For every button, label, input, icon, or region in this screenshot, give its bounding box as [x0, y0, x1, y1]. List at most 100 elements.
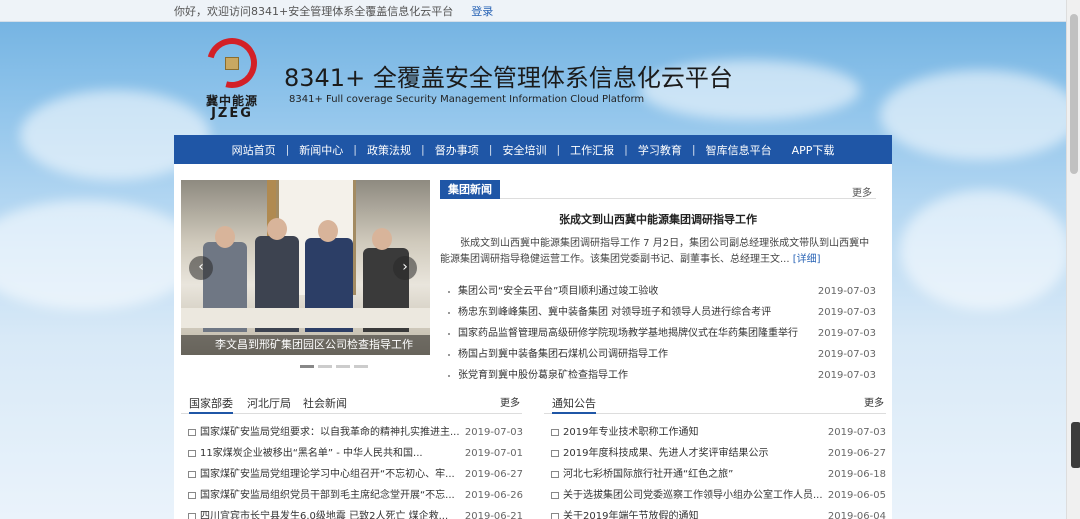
list-item-date: 2019-07-03	[817, 286, 876, 297]
list-item[interactable]: 杨国占到冀中装备集团石煤机公司调研指导工作 2019-07-03	[444, 344, 876, 365]
list-item-title[interactable]: 杨忠东到峰峰集团、冀中装备集团 对领导班子和领导人员进行综合考评	[458, 302, 798, 323]
list-item[interactable]: 集团公司“安全云平台”项目顺利通过竣工验收 2019-07-03	[444, 281, 876, 302]
tab-social[interactable]: 社会新闻	[303, 395, 347, 412]
list-item[interactable]: 张党育到冀中股份葛泉矿检查指导工作 2019-07-03	[444, 365, 876, 386]
photo-head	[372, 228, 392, 250]
logo-en-text: JZEG	[211, 106, 253, 121]
nav-item-home[interactable]: 网站首页	[222, 142, 286, 158]
tab-hebei[interactable]: 河北厅局	[247, 395, 291, 412]
side-tab[interactable]	[1071, 422, 1080, 468]
scrollbar-thumb[interactable]	[1070, 14, 1078, 174]
nav-item-policy[interactable]: 政策法规	[357, 142, 421, 158]
news-carousel[interactable]: ‹ › 李文昌到邢矿集团园区公司检查指导工作	[181, 180, 430, 355]
list-item-date: 2019-07-03	[464, 427, 523, 438]
nav-item-training[interactable]: 安全培训	[492, 142, 556, 158]
list-item[interactable]: 国家煤矿安监局组织党员干部到毛主席纪念堂开展“不忘... 2019-06-26	[186, 485, 523, 506]
list-item-title[interactable]: 四川宜宾市长宁县发生6.0级地震 已致2人死亡 煤企救...	[200, 506, 462, 519]
list-item-title[interactable]: 杨国占到冀中装备集团石煤机公司调研指导工作	[458, 344, 798, 365]
carousel-dot[interactable]	[300, 365, 314, 368]
carousel-prev-button[interactable]: ‹	[189, 256, 213, 280]
carousel-next-button[interactable]: ›	[393, 256, 417, 280]
nav-separator: |	[285, 143, 290, 156]
nav-separator: |	[691, 143, 696, 156]
left-more-link[interactable]: 更多	[500, 395, 520, 412]
group-news-header: 集团新闻 更多	[440, 180, 876, 199]
group-news-tab[interactable]: 集团新闻	[440, 180, 500, 199]
photo-head	[318, 220, 338, 242]
list-item[interactable]: 国家煤矿安监局党组理论学习中心组召开“不忘初心、牢... 2019-06-27	[186, 464, 523, 485]
list-item[interactable]: 关于2019年端午节放假的通知 2019-06-04	[549, 506, 886, 519]
nav-item-report[interactable]: 工作汇报	[560, 142, 624, 158]
site-title: 8341+ 全覆盖安全管理体系信息化云平台	[284, 64, 733, 92]
list-item-title[interactable]: 国家煤矿安监局党组要求：以自我革命的精神扎实推进主...	[200, 422, 462, 443]
list-item-title[interactable]: 2019年度科技成果、先进人才奖评审结果公示	[563, 443, 825, 464]
carousel-dot[interactable]	[336, 365, 350, 368]
tab-notice[interactable]: 通知公告	[552, 395, 596, 414]
login-link[interactable]: 登录	[471, 3, 493, 19]
headline-link[interactable]: 张成文到山西冀中能源集团调研指导工作	[440, 211, 876, 227]
list-item-title[interactable]: 集团公司“安全云平台”项目顺利通过竣工验收	[458, 281, 798, 302]
list-item[interactable]: 四川宜宾市长宁县发生6.0级地震 已致2人死亡 煤企救... 2019-06-21	[186, 506, 523, 519]
top-bar: 你好，欢迎访问8341+安全管理体系全覆盖信息化云平台 登录	[0, 0, 1066, 22]
list-item-date: 2019-07-03	[827, 427, 886, 438]
list-item[interactable]: 国家煤矿安监局党组要求：以自我革命的精神扎实推进主... 2019-07-03	[186, 422, 523, 443]
list-item-title[interactable]: 国家药品监督管理局高级研修学院现场教学基地揭牌仪式在华药集团隆重举行	[458, 323, 798, 344]
list-item-date: 2019-06-26	[464, 490, 523, 501]
carousel-caption[interactable]: 李文昌到邢矿集团园区公司检查指导工作	[181, 335, 430, 355]
notice-list: 2019年专业技术职称工作通知 2019-07-03 2019年度科技成果、先进人…	[549, 422, 886, 519]
photo-head	[215, 226, 235, 248]
list-item-date: 2019-06-21	[464, 511, 523, 519]
list-item-title[interactable]: 11家煤炭企业被移出“黑名单” - 中华人民共和国...	[200, 443, 462, 464]
article-icon	[188, 513, 196, 519]
left-news-tabs: 国家部委 河北厅局 社会新闻 更多	[181, 395, 522, 414]
list-item-title[interactable]: 2019年专业技术职称工作通知	[563, 422, 825, 443]
cloud-decoration	[900, 190, 1070, 310]
article-icon	[188, 450, 196, 457]
article-icon	[551, 471, 559, 478]
list-item[interactable]: 2019年专业技术职称工作通知 2019-07-03	[549, 422, 886, 443]
nav-separator: |	[488, 143, 493, 156]
tab-national[interactable]: 国家部委	[189, 395, 233, 414]
notice-tabs: 通知公告 更多	[544, 395, 886, 414]
list-item-title[interactable]: 张党育到冀中股份葛泉矿检查指导工作	[458, 365, 798, 386]
list-item[interactable]: 2019年度科技成果、先进人才奖评审结果公示 2019-06-27	[549, 443, 886, 464]
list-item-date: 2019-07-03	[817, 349, 876, 360]
list-item-date: 2019-07-03	[817, 328, 876, 339]
group-news-list: 集团公司“安全云平台”项目顺利通过竣工验收 2019-07-03 杨忠东到峰峰集团…	[444, 281, 876, 386]
photo-table	[181, 308, 430, 328]
article-icon	[551, 450, 559, 457]
list-item[interactable]: 11家煤炭企业被移出“黑名单” - 中华人民共和国... 2019-07-01	[186, 443, 523, 464]
list-item-title[interactable]: 关于选拔集团公司党委巡察工作领导小组办公室工作人员...	[563, 485, 825, 506]
nav-separator: |	[556, 143, 561, 156]
nav-item-think-tank[interactable]: 智库信息平台	[696, 142, 782, 158]
carousel-dot[interactable]	[354, 365, 368, 368]
notice-more-link[interactable]: 更多	[864, 395, 884, 412]
list-item[interactable]: 杨忠东到峰峰集团、冀中装备集团 对领导班子和领导人员进行综合考评 2019-07-…	[444, 302, 876, 323]
group-news-more-link[interactable]: 更多	[852, 184, 872, 199]
detail-link[interactable]: [详细]	[793, 254, 821, 265]
welcome-text: 你好，欢迎访问8341+安全管理体系全覆盖信息化云平台	[174, 4, 454, 18]
list-item-date: 2019-07-03	[817, 307, 876, 318]
logo-square-icon	[225, 57, 239, 70]
list-item-title[interactable]: 国家煤矿安监局组织党员干部到毛主席纪念堂开展“不忘...	[200, 485, 462, 506]
cloud-decoration	[0, 200, 200, 310]
article-icon	[551, 513, 559, 519]
nav-separator: |	[624, 143, 628, 156]
list-item-date: 2019-07-03	[817, 370, 876, 381]
list-item-title[interactable]: 河北七彩桥国际旅行社开通“红色之旅”	[563, 464, 825, 485]
list-item-title[interactable]: 国家煤矿安监局党组理论学习中心组召开“不忘初心、牢...	[200, 464, 462, 485]
article-icon	[188, 471, 196, 478]
list-item-title[interactable]: 关于2019年端午节放假的通知	[563, 506, 825, 519]
nav-item-supervision[interactable]: 督办事项	[425, 142, 489, 158]
nav-separator: |	[421, 143, 425, 156]
nav-item-news[interactable]: 新闻中心	[289, 142, 353, 158]
page-scrollbar[interactable]	[1066, 0, 1080, 519]
nav-item-education[interactable]: 学习教育	[628, 142, 692, 158]
nav-item-app[interactable]: APP下载	[782, 142, 845, 158]
list-item[interactable]: 国家药品监督管理局高级研修学院现场教学基地揭牌仪式在华药集团隆重举行 2019-0…	[444, 323, 876, 344]
article-icon	[551, 492, 559, 499]
carousel-dot[interactable]	[318, 365, 332, 368]
list-item[interactable]: 关于选拔集团公司党委巡察工作领导小组办公室工作人员... 2019-06-05	[549, 485, 886, 506]
list-item[interactable]: 河北七彩桥国际旅行社开通“红色之旅” 2019-06-18	[549, 464, 886, 485]
site-subtitle: 8341+ Full coverage Security Management …	[289, 94, 645, 105]
